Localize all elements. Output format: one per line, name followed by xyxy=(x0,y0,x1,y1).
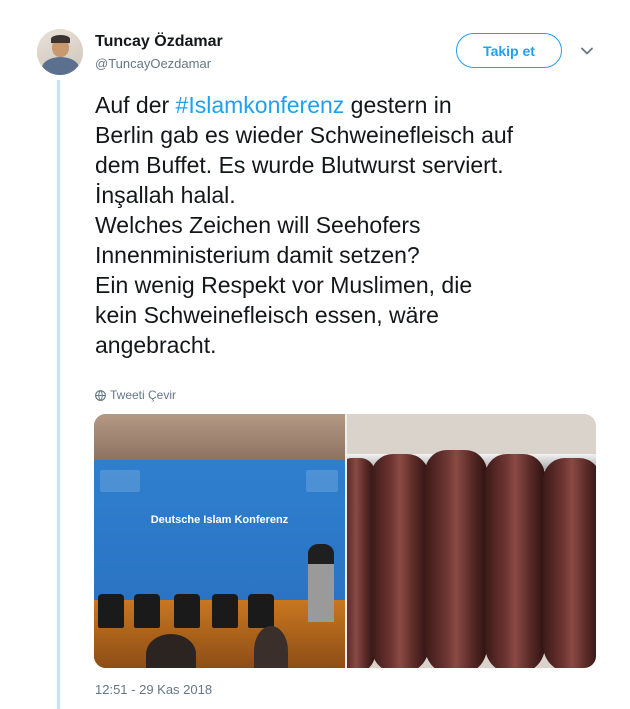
thread-connector-line xyxy=(57,80,60,709)
tweet-line: dem Buffet. Es wurde Blutwurst serviert. xyxy=(95,152,504,178)
banner-text: Deutsche Islam Konferenz xyxy=(150,514,289,526)
tweet-line: İnşallah halal. xyxy=(95,182,236,208)
conference-photo[interactable]: Deutsche Islam Konferenz xyxy=(94,414,345,668)
tweet-line: Ein wenig Respekt vor Muslimen, die xyxy=(95,272,473,298)
tweet-line: Berlin gab es wieder Schweinefleisch auf xyxy=(95,122,514,148)
globe-icon xyxy=(95,389,106,401)
tweet-text: Auf der #Islamkonferenz gestern in Berli… xyxy=(95,90,600,360)
hashtag-link[interactable]: #Islamkonferenz xyxy=(176,92,345,118)
media-grid: Deutsche Islam Konferenz xyxy=(94,414,596,668)
tweet-line: Auf der #Islamkonferenz gestern in xyxy=(95,92,452,118)
author-handle[interactable]: @TuncayOezdamar xyxy=(95,56,211,71)
tweet-line: Innenministerium damit setzen? xyxy=(95,242,420,268)
author-name[interactable]: Tuncay Özdamar xyxy=(95,33,223,51)
tweet-line: kein Schweinefleisch essen, wäre xyxy=(95,302,439,328)
conference-logo xyxy=(306,470,338,492)
translate-tweet-link[interactable]: Tweeti Çevir xyxy=(95,388,176,402)
translate-label: Tweeti Çevir xyxy=(110,388,177,402)
avatar[interactable] xyxy=(37,29,83,75)
blood-sausage-photo[interactable] xyxy=(347,414,596,668)
ministry-logo xyxy=(100,470,140,492)
tweet-line: angebracht. xyxy=(95,332,217,358)
follow-button[interactable]: Takip et xyxy=(456,33,562,68)
tweet-line: Welches Zeichen will Seehofers xyxy=(95,212,421,238)
chevron-down-icon[interactable] xyxy=(580,44,594,58)
tweet-timestamp[interactable]: 12:51 - 29 Kas 2018 xyxy=(95,682,212,697)
podium xyxy=(308,564,334,622)
